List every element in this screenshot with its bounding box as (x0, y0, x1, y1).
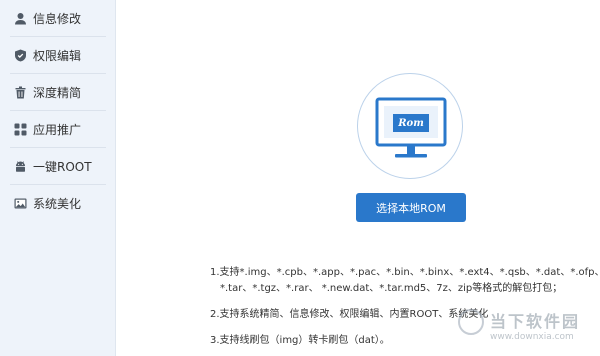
watermark-logo-icon (458, 309, 484, 335)
android-icon (14, 160, 27, 173)
sidebar-item-label: 权限编辑 (33, 49, 82, 63)
trash-icon (14, 86, 27, 99)
sidebar-item-info-edit[interactable]: 信息修改 (0, 0, 116, 37)
watermark: 当下软件园 www.downxia.com (458, 306, 598, 352)
user-icon (14, 12, 27, 25)
sidebar-item-app-promotion[interactable]: 应用推广 (0, 111, 116, 148)
watermark-en: www.downxia.com (490, 332, 574, 342)
shield-icon (14, 49, 27, 62)
sidebar-item-label: 系统美化 (33, 197, 82, 211)
image-icon (14, 197, 27, 210)
sidebar-item-label: 信息修改 (33, 12, 82, 26)
sidebar-item-deep-slim[interactable]: 深度精简 (0, 74, 116, 111)
apps-icon (14, 123, 27, 136)
sidebar-item-one-click-root[interactable]: 一键ROOT (0, 148, 116, 185)
info-line-1-continued: *.tar、*.tgz、*.rar、 *.new.dat、*.tar.md5、7… (220, 283, 563, 294)
sidebar-item-label: 一键ROOT (33, 160, 92, 174)
sidebar-item-permission-edit[interactable]: 权限编辑 (0, 37, 116, 74)
sidebar-item-label: 应用推广 (33, 123, 82, 137)
sidebar-item-system-beautify[interactable]: 系统美化 (0, 185, 116, 222)
info-line-1: 1.支持*.img、*.cpb、*.app、*.pac、*.bin、*.binx… (210, 267, 600, 278)
watermark-cn: 当下软件园 (490, 312, 581, 331)
sidebar-item-label: 深度精简 (33, 86, 82, 100)
sidebar: 信息修改 权限编辑 深度精简 应用推广 一键ROOT 系统美化 (0, 0, 116, 356)
rom-label: Rom (398, 118, 424, 129)
select-local-rom-button[interactable]: 选择本地ROM (356, 193, 466, 222)
